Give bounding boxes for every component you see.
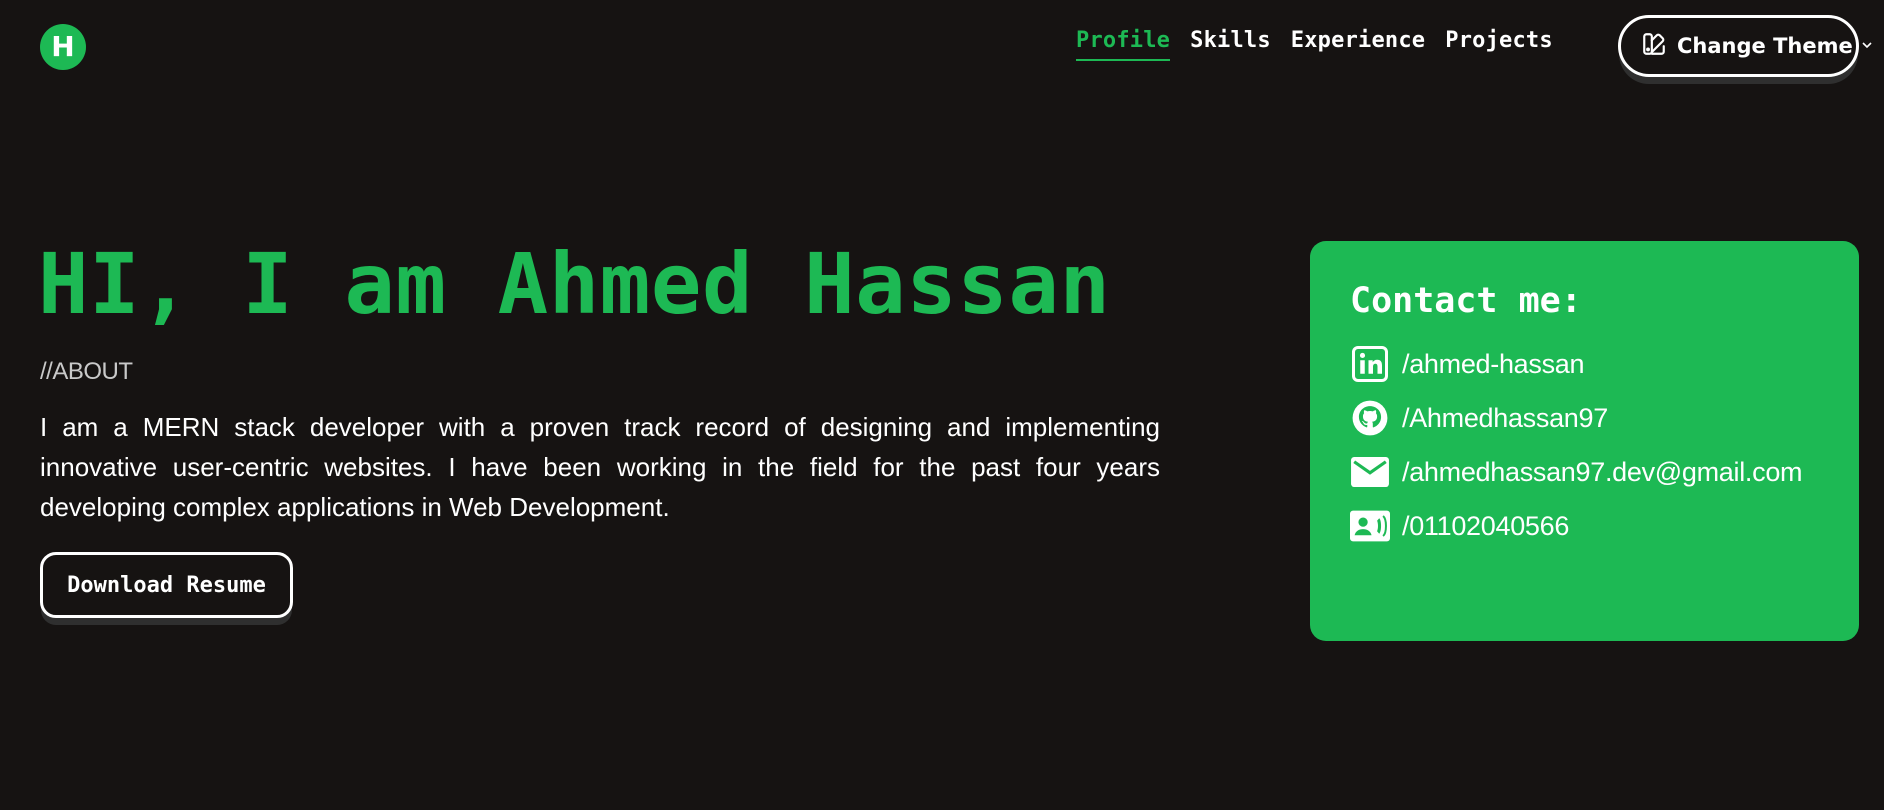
logo-letter: H — [51, 30, 75, 63]
download-resume-button[interactable]: Download Resume — [40, 552, 293, 618]
contact-card: Contact me: /ahmed-hassan /Ahmedhassan97 — [1310, 241, 1859, 641]
contact-title: Contact me: — [1350, 281, 1582, 321]
hero-title: HI, I am Ahmed Hassan — [38, 235, 1111, 333]
download-resume-label: Download Resume — [67, 572, 266, 598]
nav-item-skills[interactable]: Skills — [1190, 28, 1271, 59]
change-theme-label: Change Theme — [1677, 34, 1853, 58]
contact-email-text: /ahmedhassan97.dev@gmail.com — [1402, 456, 1803, 487]
nav-item-projects[interactable]: Projects — [1445, 28, 1553, 59]
contact-email[interactable]: /ahmedhassan97.dev@gmail.com — [1350, 445, 1819, 499]
about-text: I am a MERN stack developer with a prove… — [40, 412, 1160, 522]
linkedin-icon — [1350, 344, 1390, 384]
palette-icon — [1641, 31, 1667, 62]
contact-card-icon — [1350, 506, 1390, 546]
chevron-down-icon — [1861, 38, 1873, 54]
main-nav: Profile Skills Experience Projects — [1076, 28, 1553, 61]
nav-item-profile[interactable]: Profile — [1076, 28, 1171, 61]
contact-github[interactable]: /Ahmedhassan97 — [1350, 391, 1819, 445]
mail-icon — [1350, 452, 1390, 492]
contact-github-text: /Ahmedhassan97 — [1402, 402, 1608, 433]
portfolio-page: H Profile Skills Experience Projects Cha… — [0, 0, 1884, 810]
contact-linkedin[interactable]: /ahmed-hassan — [1350, 337, 1819, 391]
github-icon — [1350, 398, 1390, 438]
contact-linkedin-text: /ahmed-hassan — [1402, 348, 1585, 379]
logo[interactable]: H — [40, 24, 86, 70]
contact-phone-text: /01102040566 — [1402, 510, 1570, 541]
about-label: //ABOUT — [40, 358, 133, 385]
contact-phone[interactable]: /01102040566 — [1350, 499, 1819, 553]
nav-item-experience[interactable]: Experience — [1291, 28, 1425, 59]
change-theme-button[interactable]: Change Theme — [1618, 15, 1872, 77]
